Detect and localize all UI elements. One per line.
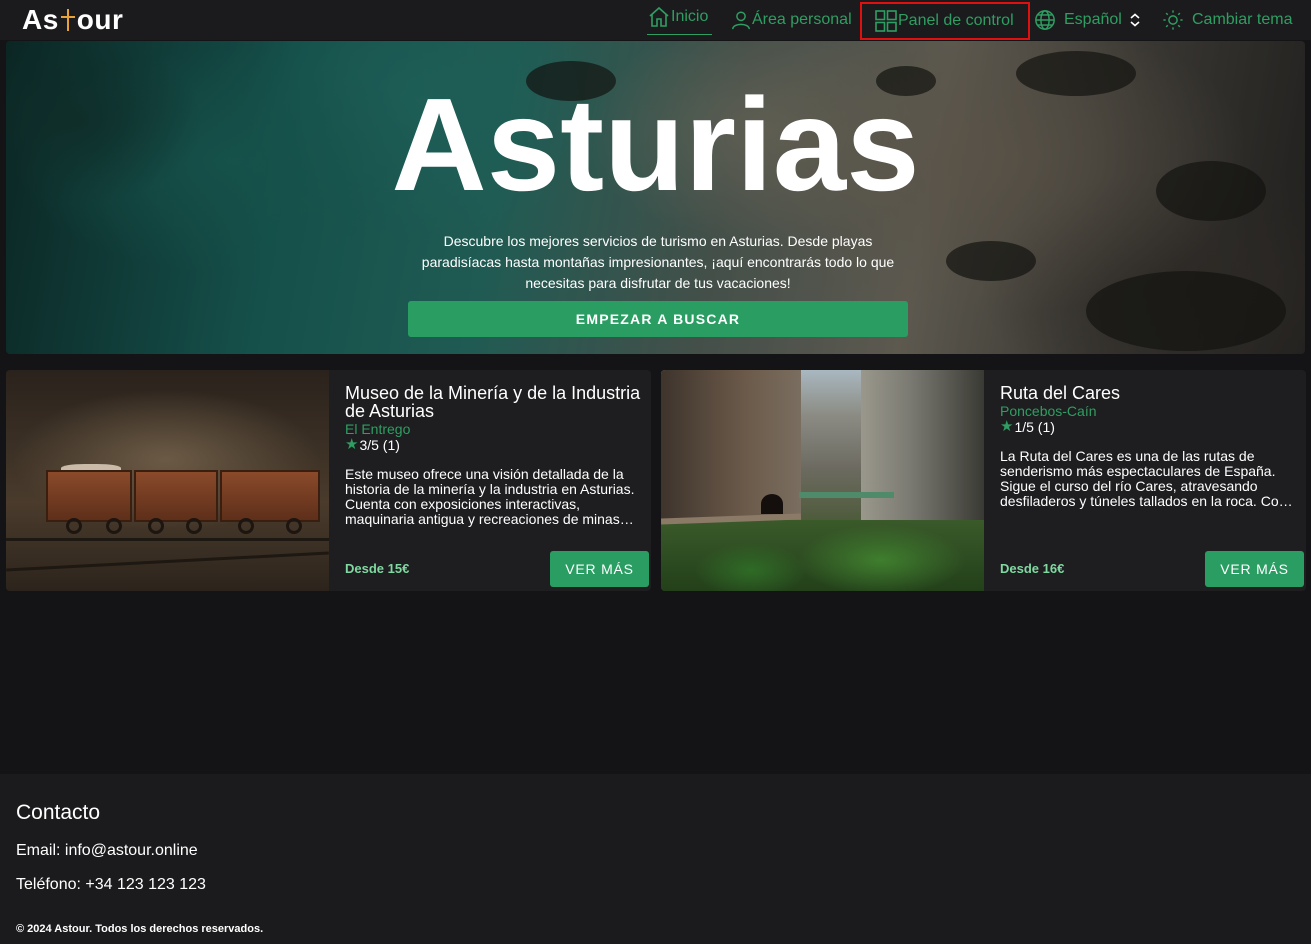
card-body: Ruta del Cares Poncebos-Caín ★ 1/5 (1) L… bbox=[1000, 384, 1300, 509]
chevron-updown-icon bbox=[1130, 13, 1140, 27]
rail bbox=[6, 551, 329, 572]
nav-area-personal-label: Área personal bbox=[752, 11, 852, 28]
language-select-label: Español bbox=[1064, 11, 1122, 28]
rail bbox=[6, 538, 329, 541]
home-icon bbox=[649, 6, 669, 27]
card-rating-value: 3/5 (1) bbox=[359, 437, 400, 453]
card-description: La Ruta del Cares es una de las rutas de… bbox=[1000, 449, 1293, 509]
nav-inicio-label: Inicio bbox=[671, 8, 709, 25]
card-location: El Entrego bbox=[345, 421, 411, 437]
hero-title: Asturias bbox=[391, 71, 920, 218]
navbar: As our Inicio Área personal Panel de con… bbox=[0, 0, 1311, 40]
footer-title: Contacto bbox=[16, 801, 101, 824]
user-icon bbox=[732, 11, 750, 30]
star-icon: ★ bbox=[345, 436, 359, 453]
card-image[interactable] bbox=[661, 370, 984, 591]
card-image[interactable] bbox=[6, 370, 329, 591]
nav-inicio[interactable]: Inicio bbox=[647, 0, 713, 35]
astour-logo[interactable]: As our bbox=[22, 4, 123, 36]
gorge-trail-image bbox=[661, 370, 984, 591]
hero-banner: Asturias Descubre los mejores servicios … bbox=[6, 41, 1305, 354]
mine-cart bbox=[46, 470, 132, 522]
vegetation bbox=[661, 520, 984, 591]
theme-toggle-label: Cambiar tema bbox=[1192, 11, 1293, 28]
cart-wheel bbox=[106, 518, 122, 534]
mine-cart bbox=[134, 470, 218, 522]
cart-wheel bbox=[286, 518, 302, 534]
footer-copyright: © 2024 Astour. Todos los derechos reserv… bbox=[16, 923, 264, 935]
bridge bbox=[799, 492, 894, 498]
footer-email: Email: info@astour.online bbox=[16, 842, 198, 859]
footer: Contacto Email: info@astour.online Teléf… bbox=[0, 774, 1311, 944]
language-select[interactable]: Español bbox=[1034, 0, 1142, 40]
cart-wheel bbox=[66, 518, 82, 534]
card-description: Este museo ofrece una visión detallada d… bbox=[345, 467, 635, 527]
sun-icon bbox=[1163, 10, 1183, 30]
hero-description: Descubre los mejores servicios de turism… bbox=[421, 233, 895, 291]
nav-panel-de-control-label: Panel de control bbox=[898, 12, 1014, 29]
card-title[interactable]: Museo de la Minería y de la Industria de… bbox=[345, 384, 645, 420]
cross-icon bbox=[60, 7, 76, 33]
nav-area-personal[interactable]: Área personal bbox=[730, 0, 852, 40]
cart-wheel bbox=[238, 518, 254, 534]
mine-cart bbox=[220, 470, 320, 522]
logo-text-start: As bbox=[22, 4, 59, 35]
card-price: Desde 16€ bbox=[1000, 561, 1065, 576]
ver-mas-button[interactable]: VER MÁS bbox=[550, 551, 649, 587]
cart-wheel bbox=[148, 518, 164, 534]
card-rating: ★ 3/5 (1) bbox=[345, 436, 645, 454]
card-body: Museo de la Minería y de la Industria de… bbox=[345, 384, 645, 527]
card-title[interactable]: Ruta del Cares bbox=[1000, 384, 1300, 402]
cart-wheel bbox=[186, 518, 202, 534]
tunnel bbox=[761, 494, 783, 514]
nav-panel-de-control[interactable]: Panel de control bbox=[860, 2, 1030, 40]
globe-icon bbox=[1035, 10, 1055, 30]
card-rating-value: 1/5 (1) bbox=[1014, 419, 1055, 435]
service-card: Museo de la Minería y de la Industria de… bbox=[6, 370, 651, 591]
service-card: Ruta del Cares Poncebos-Caín ★ 1/5 (1) L… bbox=[661, 370, 1306, 591]
logo-text-end: our bbox=[76, 4, 124, 35]
start-search-button[interactable]: EMPEZAR A BUSCAR bbox=[408, 301, 908, 337]
theme-toggle[interactable]: Cambiar tema bbox=[1162, 0, 1292, 40]
card-rating: ★ 1/5 (1) bbox=[1000, 418, 1300, 436]
ver-mas-button[interactable]: VER MÁS bbox=[1205, 551, 1304, 587]
grid-icon bbox=[875, 10, 897, 32]
card-price: Desde 15€ bbox=[345, 561, 410, 576]
star-icon: ★ bbox=[1000, 418, 1014, 435]
footer-phone: Teléfono: +34 123 123 123 bbox=[16, 876, 206, 893]
card-location: Poncebos-Caín bbox=[1000, 403, 1097, 419]
mine-carts-image bbox=[6, 370, 329, 591]
